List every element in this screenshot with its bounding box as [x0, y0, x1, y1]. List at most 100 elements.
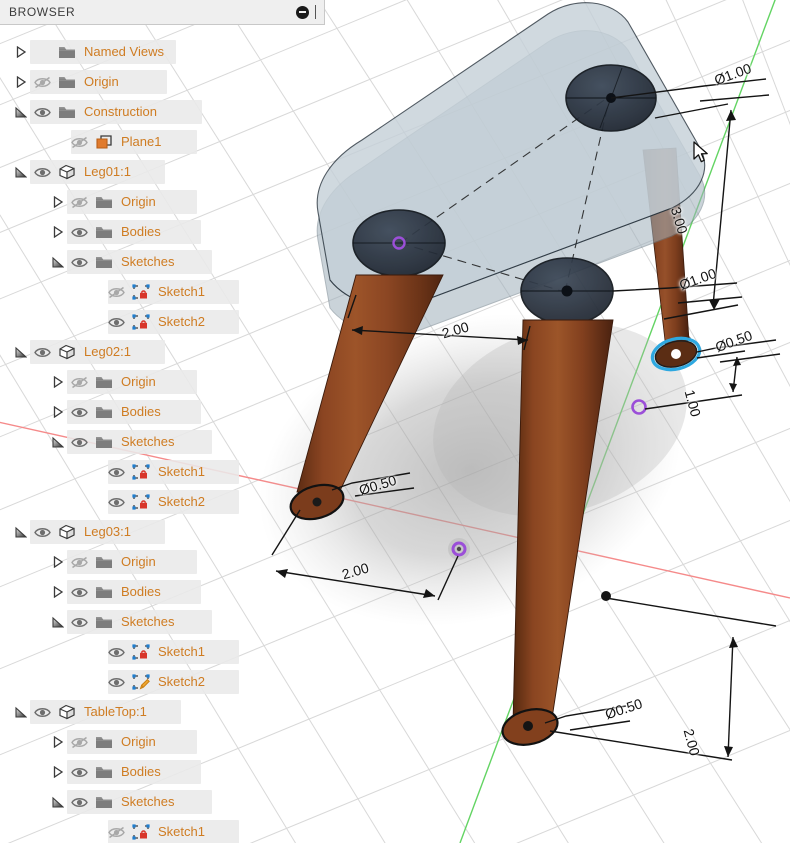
- eye-visible-icon[interactable]: [104, 670, 128, 694]
- eye-visible-icon[interactable]: [30, 700, 54, 724]
- eye-hidden-icon[interactable]: [67, 190, 91, 214]
- eye-visible-icon[interactable]: [30, 100, 54, 124]
- chevron-down-icon[interactable]: [12, 700, 30, 724]
- chevron-right-icon[interactable]: [49, 550, 67, 574]
- chevron-right-icon[interactable]: [49, 580, 67, 604]
- browser-item-tabletop-sketches[interactable]: Sketches: [49, 790, 212, 814]
- chevron-right-icon[interactable]: [49, 760, 67, 784]
- eye-hidden-icon[interactable]: [30, 70, 54, 94]
- browser-item-label: Sketch2: [158, 674, 205, 689]
- eye-visible-icon[interactable]: [67, 250, 91, 274]
- browser-item-tabletop[interactable]: TableTop:1: [12, 700, 181, 724]
- eye-visible-icon[interactable]: [104, 490, 128, 514]
- browser-item-label: Sketch2: [158, 314, 205, 329]
- browser-item-leg01[interactable]: Leg01:1: [12, 160, 165, 184]
- browser-item-leg01-sketch1[interactable]: Sketch1: [86, 280, 239, 304]
- eye-visible-icon[interactable]: [67, 220, 91, 244]
- eye-visible-icon[interactable]: [30, 340, 54, 364]
- chevron-down-icon[interactable]: [12, 160, 30, 184]
- browser-item-label: Leg01:1: [84, 164, 131, 179]
- browser-item-label: Plane1: [121, 134, 162, 149]
- eye-hidden-icon[interactable]: [67, 370, 91, 394]
- browser-item-leg03-sketch2[interactable]: Sketch2: [86, 670, 239, 694]
- eye-visible-icon[interactable]: [67, 400, 91, 424]
- browser-item-construction[interactable]: Construction: [12, 100, 202, 124]
- sketch-locked-icon: [128, 820, 154, 843]
- browser-item-leg01-origin[interactable]: Origin: [49, 190, 197, 214]
- chevron-down-icon[interactable]: [49, 430, 67, 454]
- eye-visible-icon[interactable]: [67, 580, 91, 604]
- eye-visible-icon[interactable]: [30, 520, 54, 544]
- browser-item-leg02[interactable]: Leg02:1: [12, 340, 165, 364]
- browser-item-leg01-sketch2[interactable]: Sketch2: [86, 310, 239, 334]
- chevron-down-icon[interactable]: [12, 520, 30, 544]
- browser-item-label: Bodies: [121, 404, 161, 419]
- browser-item-leg03-bodies[interactable]: Bodies: [49, 580, 201, 604]
- chevron-right-icon[interactable]: [12, 70, 30, 94]
- browser-item-tabletop-origin[interactable]: Origin: [49, 730, 197, 754]
- browser-item-plane1[interactable]: Plane1: [49, 130, 197, 154]
- browser-item-named-views[interactable]: Named Views: [12, 40, 176, 64]
- chevron-right-icon[interactable]: [49, 190, 67, 214]
- chevron-right-icon[interactable]: [49, 730, 67, 754]
- eye-visible-icon[interactable]: [67, 610, 91, 634]
- browser-item-leg02-bodies[interactable]: Bodies: [49, 400, 201, 424]
- eye-visible-icon[interactable]: [104, 640, 128, 664]
- chevron-down-icon[interactable]: [12, 100, 30, 124]
- browser-item-leg03-origin[interactable]: Origin: [49, 550, 197, 574]
- eye-visible-icon[interactable]: [104, 310, 128, 334]
- leg-cap-front[interactable]: [520, 257, 614, 325]
- browser-item-leg03[interactable]: Leg03:1: [12, 520, 165, 544]
- browser-item-tabletop-sketch1[interactable]: Sketch1: [86, 820, 239, 843]
- eye-hidden-icon[interactable]: [67, 730, 91, 754]
- browser-item-label: Sketch1: [158, 284, 205, 299]
- browser-item-leg01-sketches[interactable]: Sketches: [49, 250, 212, 274]
- chevron-down-icon[interactable]: [49, 610, 67, 634]
- browser-item-label: Leg03:1: [84, 524, 131, 539]
- chevron-right-icon[interactable]: [49, 220, 67, 244]
- sketch-editing-icon: [128, 670, 154, 694]
- browser-item-leg01-bodies[interactable]: Bodies: [49, 220, 201, 244]
- eye-visible-icon[interactable]: [67, 790, 91, 814]
- sketch-locked-icon: [128, 490, 154, 514]
- browser-item-label: TableTop:1: [84, 704, 147, 719]
- eye-visible-icon[interactable]: [67, 430, 91, 454]
- sketch-locked-icon: [128, 280, 154, 304]
- browser-item-leg03-sketch1[interactable]: Sketch1: [86, 640, 239, 664]
- chevron-down-icon[interactable]: [49, 790, 67, 814]
- browser-tree[interactable]: Named Views Origin Construction Plane1 Leg01…: [0, 25, 325, 843]
- browser-item-leg02-sketch2[interactable]: Sketch2: [86, 490, 239, 514]
- folder-icon: [91, 580, 117, 604]
- eye-hidden-icon[interactable]: [104, 820, 128, 843]
- eye-hidden-icon[interactable]: [104, 280, 128, 304]
- browser-item-label: Sketches: [121, 434, 175, 449]
- origin-point-world[interactable]: [448, 538, 470, 560]
- chevron-down-icon[interactable]: [12, 340, 30, 364]
- browser-item-tabletop-bodies[interactable]: Bodies: [49, 760, 201, 784]
- eye-visible-icon[interactable]: [30, 160, 54, 184]
- chevron-down-icon[interactable]: [49, 250, 67, 274]
- browser-item-label: Bodies: [121, 584, 161, 599]
- browser-item-origin-root[interactable]: Origin: [12, 70, 167, 94]
- chevron-right-icon[interactable]: [49, 400, 67, 424]
- eye-hidden-icon[interactable]: [67, 550, 91, 574]
- folder-icon: [91, 430, 117, 454]
- browser-item-leg03-sketches[interactable]: Sketches: [49, 610, 212, 634]
- eye-hidden-icon[interactable]: [67, 130, 91, 154]
- minimize-circle-icon[interactable]: [296, 5, 309, 19]
- eye-visible-icon[interactable]: [104, 460, 128, 484]
- eye-visible-icon[interactable]: [67, 760, 91, 784]
- browser-item-leg02-sketch1[interactable]: Sketch1: [86, 460, 239, 484]
- browser-item-leg02-sketches[interactable]: Sketches: [49, 430, 212, 454]
- browser-item-leg02-origin[interactable]: Origin: [49, 370, 197, 394]
- sketch-locked-icon: [128, 640, 154, 664]
- browser-item-label: Origin: [121, 554, 156, 569]
- chevron-right-icon[interactable]: [12, 40, 30, 64]
- browser-panel[interactable]: BROWSER Named Views Origin Construction Pla…: [0, 0, 325, 843]
- leg-cap-left[interactable]: [352, 209, 446, 277]
- chevron-right-icon[interactable]: [49, 370, 67, 394]
- panel-grip-icon[interactable]: [315, 5, 318, 19]
- folder-icon: [54, 40, 80, 64]
